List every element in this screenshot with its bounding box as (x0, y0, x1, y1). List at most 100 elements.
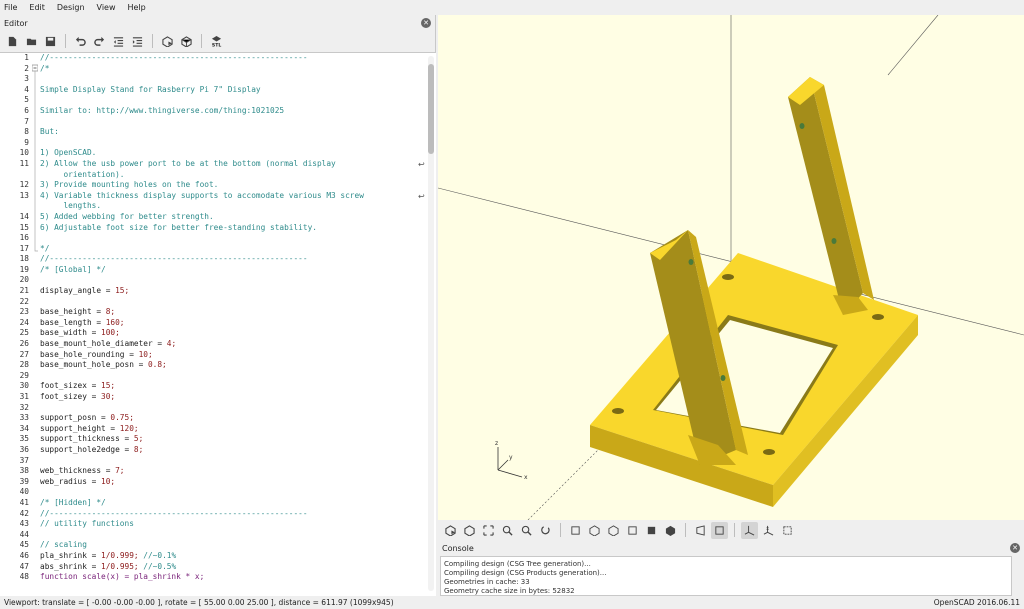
line-number: 38 (19, 466, 29, 476)
status-bar: Viewport: translate = [ -0.00 -0.00 -0.0… (0, 596, 1024, 609)
code-line: foot_sizex = 15; (40, 381, 116, 391)
mount-hole (612, 408, 624, 414)
line-number: 35 (19, 434, 29, 444)
reset-view-icon[interactable] (537, 522, 554, 539)
code-line: Similar to: http://www.thingiverse.com/t… (40, 105, 285, 115)
view-left-icon[interactable] (624, 522, 641, 539)
support-hole (688, 259, 694, 265)
menu-design[interactable]: Design (57, 3, 85, 12)
line-number (0, 201, 32, 212)
undo-icon[interactable] (72, 33, 89, 50)
code-line: 5) Added webbing for better strength. (40, 211, 214, 221)
toolbar-divider (560, 523, 561, 537)
line-number: 39 (19, 476, 29, 486)
support-hole (720, 375, 726, 381)
close-console-icon[interactable]: ✕ (1010, 543, 1020, 553)
zoom-out-icon[interactable] (518, 522, 535, 539)
code-line: 3) Provide mounting holes on the foot. (40, 180, 219, 190)
line-number: 22 (19, 296, 29, 306)
code-line: support_thickness = 5; (40, 434, 144, 444)
save-icon[interactable] (42, 33, 59, 50)
code-lines: //--------------------------------------… (40, 53, 424, 583)
show-edges-icon[interactable] (779, 522, 796, 539)
console-output[interactable]: Compiling design (CSG Tree generation)..… (440, 556, 1012, 596)
toolbar-divider (201, 34, 202, 48)
view-all-icon[interactable] (480, 522, 497, 539)
code-editor[interactable]: 1 2 3 4 5 6 7 8 9 10 11 12 13 14 15 16 17 18 19 20 21 22 23 24 2… (0, 52, 436, 596)
view-right-icon[interactable] (567, 522, 584, 539)
line-number: 46 (19, 550, 29, 560)
show-scale-icon[interactable] (760, 522, 777, 539)
line-number: 41 (19, 497, 29, 507)
code-line: // utility functions (40, 519, 134, 529)
view-top-icon[interactable] (586, 522, 603, 539)
console-header: Console ✕ (438, 540, 1024, 556)
toolbar-divider (152, 34, 153, 48)
view-front-icon[interactable] (643, 522, 660, 539)
code-line: lengths. (40, 201, 102, 211)
support-hole (799, 123, 805, 129)
code-line: /* [Global] */ (40, 264, 106, 274)
axis-label-x: x (524, 474, 528, 481)
3d-viewport[interactable]: z x y (438, 15, 1024, 520)
export-stl-icon[interactable]: STL (208, 33, 225, 50)
scrollbar-thumb[interactable] (428, 64, 434, 154)
code-line: //--------------------------------------… (40, 508, 308, 518)
support-hole (831, 238, 837, 244)
preview-icon[interactable] (442, 522, 459, 539)
code-line: support_posn = 0.75; (40, 413, 134, 423)
line-number: 16 (19, 233, 29, 243)
zoom-in-icon[interactable] (499, 522, 516, 539)
perspective-icon[interactable] (692, 522, 709, 539)
render-icon[interactable] (461, 522, 478, 539)
line-number: 14 (19, 211, 29, 221)
code-line: But: (40, 127, 59, 137)
line-number: 18 (19, 254, 29, 264)
line-number: 43 (19, 519, 29, 529)
editor-scrollbar[interactable] (428, 56, 434, 591)
line-number: 5 (24, 95, 29, 105)
line-number: 33 (19, 413, 29, 423)
console-message: Compiling design (CSG Products generatio… (444, 569, 607, 577)
line-number: 2 (24, 63, 29, 73)
close-editor-icon[interactable]: ✕ (421, 18, 431, 28)
console-message: Compiling design (CSG Tree generation)..… (444, 560, 591, 568)
preview-icon[interactable] (159, 33, 176, 50)
code-line: /* (40, 63, 50, 73)
toolbar-divider (685, 523, 686, 537)
indent-icon[interactable] (129, 33, 146, 50)
render-icon[interactable] (178, 33, 195, 50)
axis-indicator-x (497, 469, 523, 478)
view-back-icon[interactable] (662, 522, 679, 539)
wrap-indicator-icon: ↩ (418, 192, 425, 201)
show-axes-icon[interactable] (741, 521, 758, 539)
line-number: 30 (19, 381, 29, 391)
orthogonal-icon[interactable] (711, 521, 728, 539)
unindent-icon[interactable] (110, 33, 127, 50)
code-line: 2) Allow the usb power port to be at the… (40, 158, 336, 168)
line-number: 25 (19, 328, 29, 338)
menu-edit[interactable]: Edit (29, 3, 45, 12)
menu-file[interactable]: File (4, 3, 17, 12)
redo-icon[interactable] (91, 33, 108, 50)
line-number: 11 (19, 158, 29, 168)
menu-help[interactable]: Help (128, 3, 146, 12)
code-line: /* [Hidden] */ (40, 497, 106, 507)
open-file-icon[interactable] (23, 33, 40, 50)
line-number: 6 (24, 105, 29, 115)
code-line: 6) Adjustable foot size for better free-… (40, 222, 317, 232)
new-file-icon[interactable] (4, 33, 21, 50)
line-number: 7 (24, 116, 29, 126)
menu-view[interactable]: View (97, 3, 116, 12)
mount-hole (722, 274, 734, 280)
view-bottom-icon[interactable] (605, 522, 622, 539)
line-number: 47 (19, 561, 29, 571)
editor-header: Editor ✕ (0, 15, 435, 31)
